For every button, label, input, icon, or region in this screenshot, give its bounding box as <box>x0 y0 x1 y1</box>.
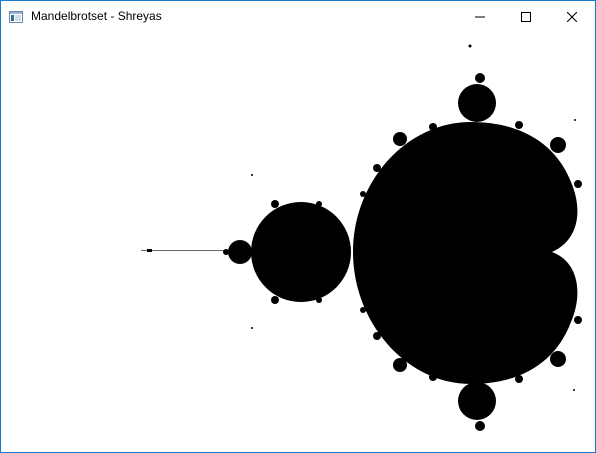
maximize-icon <box>521 11 531 22</box>
period-2-bulb <box>251 202 351 302</box>
maximize-button[interactable] <box>503 1 549 32</box>
title-bar[interactable]: Mandelbrotset - Shreyas <box>1 1 595 32</box>
close-button[interactable] <box>549 1 595 32</box>
mandelbrot-set-image <box>141 44 582 431</box>
bottom-period-3-bulb <box>458 382 496 420</box>
mandelbrot-canvas <box>1 32 595 452</box>
minimize-icon <box>475 12 485 22</box>
window-app-icon <box>9 10 23 23</box>
top-period-3-bulb <box>458 84 496 122</box>
close-icon <box>567 11 577 22</box>
minimize-button[interactable] <box>457 1 503 32</box>
period-4-bulb <box>228 240 252 264</box>
main-cardioid <box>353 122 578 384</box>
application-window: Mandelbrotset - Shreyas <box>0 0 596 453</box>
window-title: Mandelbrotset - Shreyas <box>31 9 162 23</box>
